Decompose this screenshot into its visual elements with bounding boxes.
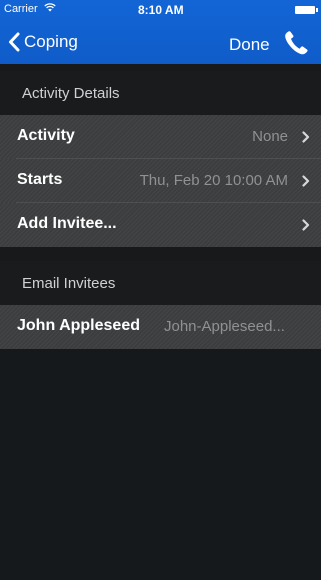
invitee-name: John Appleseed — [17, 317, 140, 334]
activity-row-value: None — [252, 128, 288, 145]
empty-list-area — [0, 349, 321, 580]
chevron-right-icon — [302, 175, 310, 187]
starts-row[interactable]: Starts Thu, Feb 20 10:00 AM — [0, 159, 321, 203]
section-header-email-invitees: Email Invitees — [0, 261, 321, 305]
invitee-row[interactable]: John Appleseed John-Appleseed... — [0, 305, 321, 349]
carrier-label: Carrier — [4, 3, 38, 15]
done-button[interactable]: Done — [229, 35, 270, 55]
phone-icon[interactable] — [282, 29, 310, 62]
status-time: 8:10 AM — [138, 3, 184, 17]
starts-row-value: Thu, Feb 20 10:00 AM — [139, 172, 288, 189]
chevron-left-icon — [9, 32, 20, 52]
invitee-email: John-Appleseed... — [164, 318, 285, 335]
chevron-right-icon — [302, 131, 310, 143]
navigation-bar: Coping Done — [0, 20, 321, 64]
starts-row-label: Starts — [17, 171, 63, 188]
wifi-icon — [44, 2, 56, 15]
add-invitee-row[interactable]: Add Invitee... — [0, 203, 321, 247]
activity-row[interactable]: Activity None — [0, 115, 321, 159]
activity-row-label: Activity — [17, 127, 75, 144]
chevron-right-icon — [302, 219, 310, 231]
section-header-activity-details: Activity Details — [0, 71, 321, 115]
back-button[interactable]: Coping — [8, 28, 78, 56]
top-bar: Carrier 8:10 AM Coping Done — [0, 0, 321, 64]
section-header-label: Activity Details — [22, 85, 120, 102]
battery-icon — [295, 6, 318, 14]
section-header-label: Email Invitees — [22, 275, 116, 292]
back-button-label: Coping — [24, 32, 78, 51]
add-invitee-row-label: Add Invitee... — [17, 215, 117, 232]
status-bar: Carrier 8:10 AM — [0, 0, 321, 20]
event-details-screen: Carrier 8:10 AM Coping Done Activity Det… — [0, 0, 321, 580]
